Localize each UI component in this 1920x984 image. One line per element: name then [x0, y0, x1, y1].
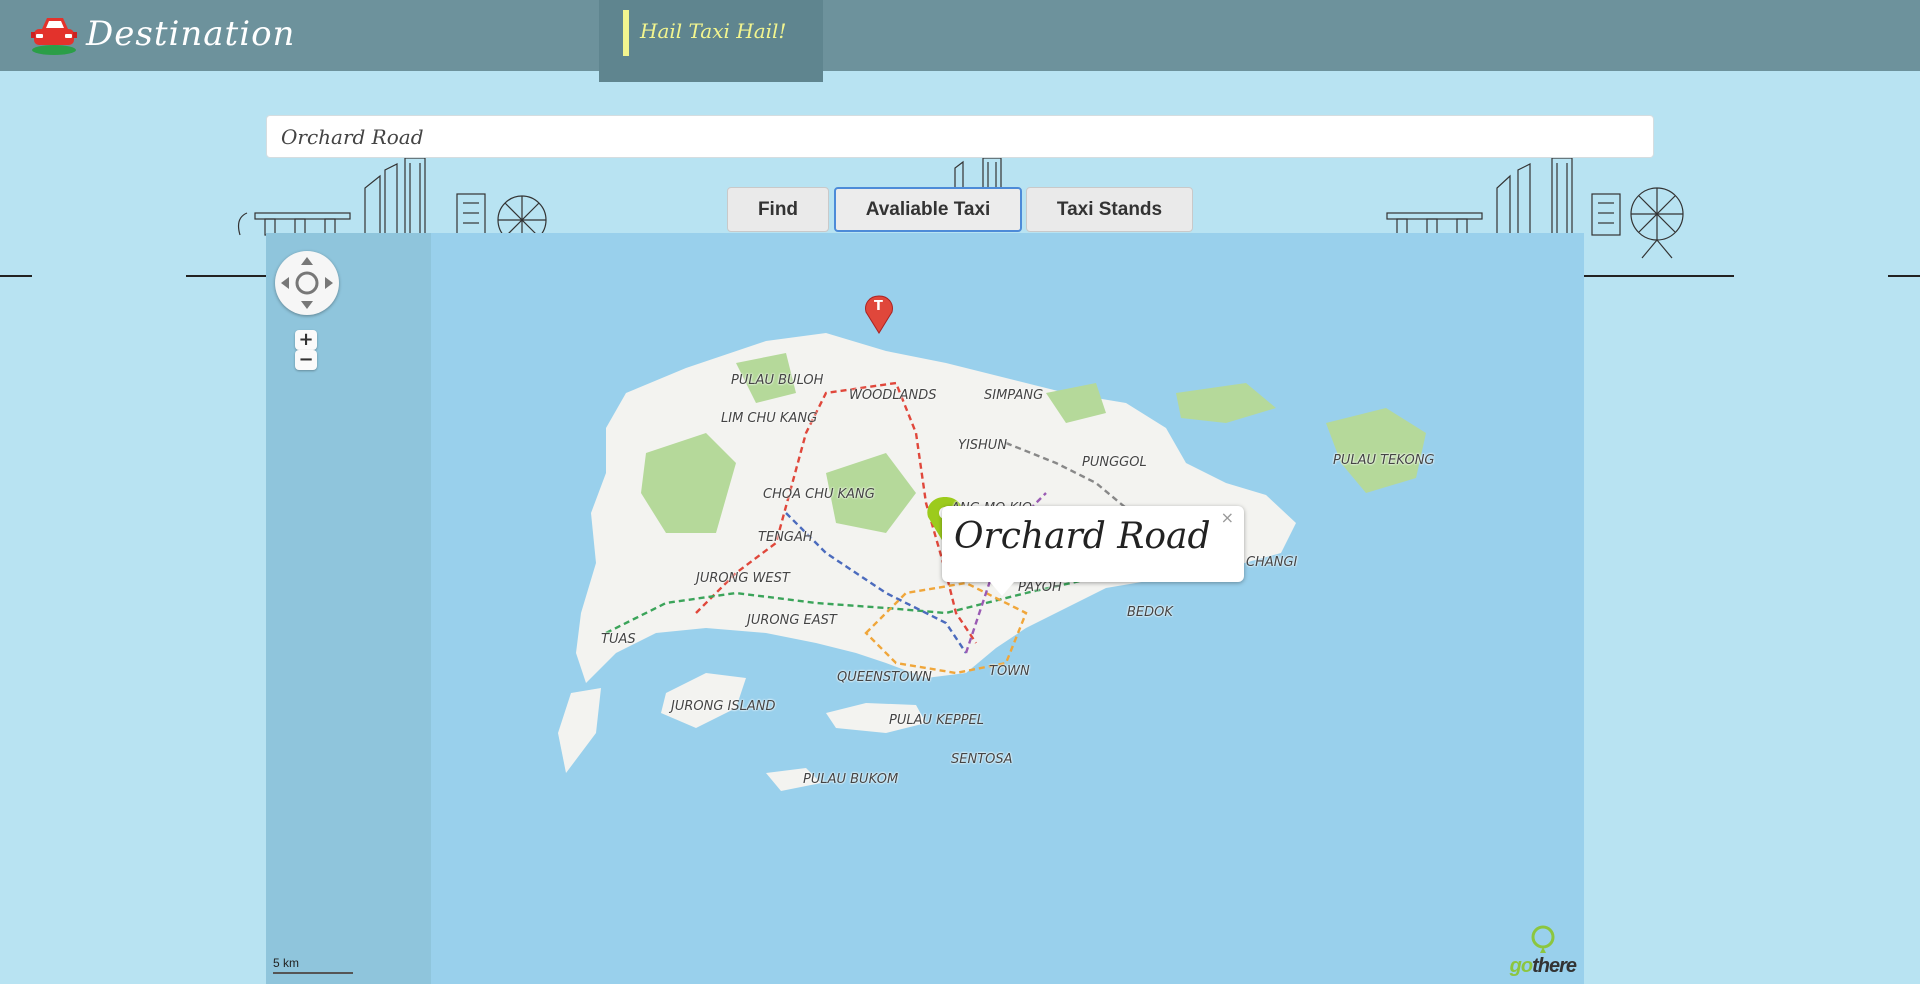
skyline-ground-left — [0, 275, 32, 277]
brand[interactable]: Destination — [28, 10, 295, 58]
map-pan-control[interactable] — [275, 251, 339, 315]
location-popup: Orchard Road × — [942, 506, 1244, 596]
map-label: YISHUN — [958, 438, 1008, 453]
find-button[interactable]: Find — [727, 187, 829, 232]
scale-line — [273, 972, 353, 974]
map-label: PULAU TEKONG — [1333, 453, 1435, 468]
map-label: TUAS — [601, 632, 636, 647]
map-label: PAYOH — [1018, 580, 1062, 595]
zoom-in-button[interactable]: + — [295, 330, 317, 350]
map-label: PUNGGOL — [1082, 455, 1147, 470]
map-label: CHANGI — [1246, 555, 1298, 570]
map-label: CHOA CHU KANG — [763, 487, 875, 502]
gothere-word-there: there — [1532, 955, 1577, 977]
nav-tab-hail-taxi[interactable]: Hail Taxi Hail! — [599, 0, 823, 82]
gothere-logo[interactable]: gothere — [1509, 925, 1577, 978]
map-label: SENTOSA — [951, 752, 1013, 767]
brand-title: Destination — [86, 14, 296, 54]
map-label: WOODLANDS — [849, 388, 937, 403]
singapore-map-land — [558, 295, 1426, 791]
map-label: BEDOK — [1127, 605, 1173, 620]
pan-arrows-icon — [281, 257, 333, 309]
taxi-car-icon — [31, 18, 77, 55]
nav-tab-label: Hail Taxi Hail! — [640, 19, 787, 43]
map-label: SIMPANG — [984, 388, 1044, 403]
taxi-marker-letter: T — [874, 299, 883, 314]
map-label: LIM CHU KANG — [721, 411, 818, 426]
map-scale-bar: 5 km — [273, 956, 353, 974]
map-label: QUEENSTOWN — [837, 670, 932, 685]
destination-search-input[interactable] — [266, 115, 1654, 158]
scale-label: 5 km — [273, 956, 300, 970]
map-label: TOWN — [989, 664, 1030, 679]
zoom-out-button[interactable]: − — [295, 350, 317, 370]
map-label: TENGAH — [758, 530, 813, 545]
gothere-pin-icon — [1531, 925, 1555, 953]
nav-tab-indicator — [623, 10, 629, 56]
map-label: JURONG EAST — [747, 613, 837, 628]
popup-location-name: Orchard Road — [954, 516, 1211, 557]
gothere-word-go: go — [1509, 955, 1533, 977]
map-label: PULAU BULOH — [731, 373, 824, 388]
popup-close-icon[interactable]: × — [1221, 508, 1234, 527]
map-label: PULAU BUKOM — [803, 772, 899, 787]
map-label: PULAU KEPPEL — [889, 713, 985, 728]
map-label: JURONG ISLAND — [671, 699, 776, 714]
top-header: Destination Hail Taxi Hail! — [0, 0, 1920, 82]
map-label: JURONG WEST — [696, 571, 790, 586]
skyline-ground-left-2 — [186, 275, 268, 277]
map-view[interactable]: T + − PULAU BULOH WOODLANDS SIMPANG LIM … — [266, 233, 1584, 984]
skyline-ground-right — [1584, 275, 1734, 277]
available-taxi-button[interactable]: Avaliable Taxi — [834, 187, 1022, 232]
taxi-stands-button[interactable]: Taxi Stands — [1026, 187, 1193, 232]
skyline-ground-right-2 — [1888, 275, 1920, 277]
popup-pointer — [990, 582, 1014, 596]
